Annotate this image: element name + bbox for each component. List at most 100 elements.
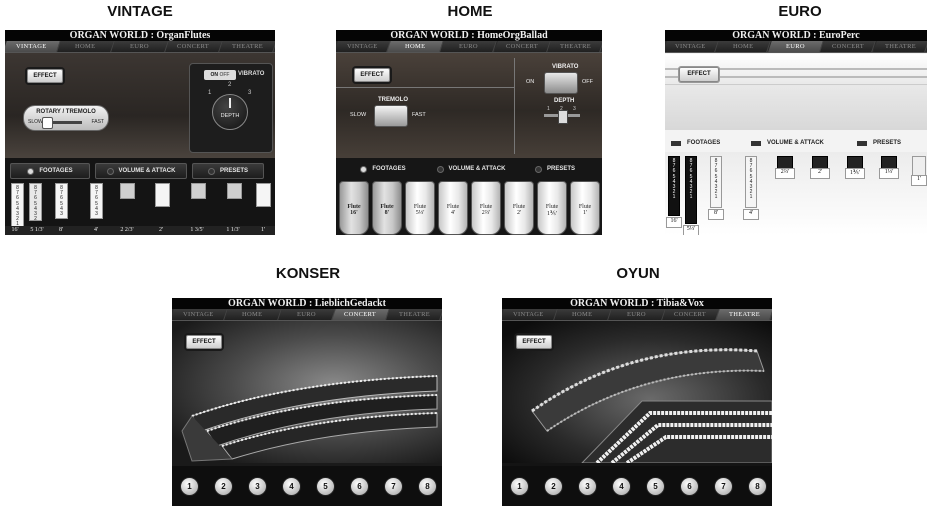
tab-bar: VINTAGE HOME EURO CONCERT THEATRE — [502, 309, 772, 321]
preset-button-4[interactable]: 4 — [282, 477, 301, 496]
vintage-nav: FOOTAGES VOLUME & ATTACK PRESETS — [10, 163, 272, 179]
tab-euro[interactable]: EURO — [111, 41, 169, 52]
footages-button[interactable]: FOOTAGES — [10, 163, 90, 179]
caption-oyun: OYUN — [616, 265, 660, 282]
drawbar[interactable]: 8 7 6 5 4 3 2 1 — [11, 183, 24, 229]
effect-button[interactable]: EFFECT — [516, 335, 552, 349]
presets-button[interactable]: PRESETS — [524, 163, 586, 175]
flute-tab[interactable]: Flute 5⅓' — [405, 181, 435, 235]
off-label: OFF — [582, 79, 593, 85]
depth-handle[interactable] — [558, 110, 568, 124]
preset-button-5[interactable]: 5 — [316, 477, 335, 496]
tab-euro[interactable]: EURO — [440, 41, 498, 52]
vibrato-section: ON OFF VIBRATO 1 2 3 DEPTH — [189, 63, 273, 153]
preset-button-8[interactable]: 8 — [418, 477, 437, 496]
vibrato-toggle[interactable]: ON OFF — [204, 70, 236, 80]
preset-button-2[interactable]: 2 — [214, 477, 233, 496]
preset-button-3[interactable]: 3 — [578, 477, 597, 496]
tab-home[interactable]: HOME — [387, 41, 445, 52]
preset-button-6[interactable]: 6 — [350, 477, 369, 496]
flute-tab[interactable]: Flute 1' — [570, 181, 600, 235]
drawbar[interactable]: 8 7 6 5 4 3 2 1 — [668, 156, 680, 216]
caption-vintage: VINTAGE — [107, 3, 173, 20]
preset-button-2[interactable]: 2 — [544, 477, 563, 496]
drawbar[interactable]: 8 7 6 5 4 3 — [90, 183, 103, 219]
tab-home[interactable]: HOME — [57, 41, 115, 52]
flute-tab[interactable]: Flute 2' — [504, 181, 534, 235]
home-screen: ORGAN WORLD : HomeOrgBallad VINTAGE HOME… — [336, 30, 602, 235]
drawbar[interactable] — [227, 183, 242, 199]
tab-vintage[interactable]: VINTAGE — [5, 41, 61, 52]
tab-vintage[interactable]: VINTAGE — [172, 309, 228, 320]
preset-button-6[interactable]: 6 — [680, 477, 699, 496]
tab-home[interactable]: HOME — [715, 41, 772, 52]
tab-vintage[interactable]: VINTAGE — [502, 309, 558, 320]
flute-tab[interactable]: Flute 8' — [372, 181, 402, 235]
caption-euro: EURO — [778, 3, 822, 20]
depth-mark-3: 3 — [573, 106, 576, 112]
drawbar[interactable] — [256, 183, 271, 207]
volume-attack-button[interactable]: VOLUME & ATTACK — [426, 163, 516, 175]
vibrato-label: VIBRATO — [238, 71, 265, 77]
flute-tab[interactable]: Flute 16' — [339, 181, 369, 235]
tab-euro[interactable]: EURO — [608, 309, 666, 320]
tab-home[interactable]: HOME — [224, 309, 282, 320]
drawbar[interactable] — [191, 183, 206, 199]
tab-theatre[interactable]: THEATRE — [386, 309, 442, 320]
drawbar[interactable] — [120, 183, 135, 199]
tab-vintage[interactable]: VINTAGE — [336, 41, 391, 52]
drawbar[interactable] — [155, 183, 170, 207]
preset-button-3[interactable]: 3 — [248, 477, 267, 496]
tab-concert[interactable]: CONCERT — [332, 309, 390, 320]
presets-button[interactable]: PRESETS — [192, 163, 264, 179]
flute-tab[interactable]: Flute 2⅔' — [471, 181, 501, 235]
volume-attack-button[interactable]: VOLUME & ATTACK — [95, 163, 187, 179]
tab-bar: VINTAGE HOME EURO CONCERT THEATRE — [336, 41, 602, 53]
preset-button-7[interactable]: 7 — [714, 477, 733, 496]
footage-label: 2' — [810, 168, 830, 179]
preset-button-1[interactable]: 1 — [510, 477, 529, 496]
screen-title: ORGAN WORLD : EuroPerc — [665, 30, 927, 41]
screen-title: ORGAN WORLD : Tibia&Vox — [502, 298, 772, 309]
preset-button-5[interactable]: 5 — [646, 477, 665, 496]
rotary-handle[interactable] — [42, 117, 53, 129]
footage-label: 16' — [11, 227, 19, 233]
effect-button[interactable]: EFFECT — [27, 69, 63, 83]
tab-theatre[interactable]: THEATRE — [547, 41, 602, 52]
tab-home[interactable]: HOME — [554, 309, 612, 320]
presets-button[interactable]: PRESETS — [857, 140, 917, 146]
preset-button-1[interactable]: 1 — [180, 477, 199, 496]
footages-button[interactable]: FOOTAGES — [348, 163, 418, 175]
tab-concert[interactable]: CONCERT — [662, 309, 720, 320]
drawbar[interactable]: 8 7 6 5 4 3 — [55, 183, 68, 219]
footages-button[interactable]: FOOTAGES — [671, 140, 741, 146]
flute-tab[interactable]: Flute 1⅗' — [537, 181, 567, 235]
oyun-screen: ORGAN WORLD : Tibia&Vox VINTAGE HOME EUR… — [502, 298, 772, 506]
preset-button-8[interactable]: 8 — [748, 477, 767, 496]
drawbar[interactable]: 8 7 6 5 4 3 2 1 — [685, 156, 697, 224]
drawbar[interactable] — [912, 156, 926, 176]
flute-tab[interactable]: Flute 4' — [438, 181, 468, 235]
tab-euro[interactable]: EURO — [278, 309, 336, 320]
tab-concert[interactable]: CONCERT — [820, 41, 877, 52]
tab-euro[interactable]: EURO — [768, 41, 825, 52]
effect-button[interactable]: EFFECT — [186, 335, 222, 349]
effect-button[interactable]: EFFECT — [354, 68, 390, 82]
tab-theatre[interactable]: THEATRE — [872, 41, 927, 52]
volume-attack-button[interactable]: VOLUME & ATTACK — [751, 140, 847, 146]
effect-button[interactable]: EFFECT — [679, 67, 719, 82]
preset-button-7[interactable]: 7 — [384, 477, 403, 496]
rotary-switch[interactable]: ROTARY / TREMOLO SLOW FAST — [23, 105, 109, 131]
tab-concert[interactable]: CONCERT — [493, 41, 551, 52]
tab-vintage[interactable]: VINTAGE — [665, 41, 720, 52]
drawbar[interactable]: 8 7 6 5 4 3 2 1 — [710, 156, 722, 208]
tab-theatre[interactable]: THEATRE — [716, 309, 772, 320]
preset-button-4[interactable]: 4 — [612, 477, 631, 496]
tab-concert[interactable]: CONCERT — [165, 41, 223, 52]
tab-theatre[interactable]: THEATRE — [219, 41, 275, 52]
vibrato-switch[interactable] — [544, 72, 578, 94]
depth-knob[interactable]: DEPTH — [212, 94, 248, 130]
drawbar[interactable]: 8 7 6 5 4 3 2 — [29, 183, 42, 222]
tremolo-switch[interactable] — [374, 105, 408, 127]
drawbar[interactable]: 8 7 6 5 4 3 2 1 — [745, 156, 757, 208]
